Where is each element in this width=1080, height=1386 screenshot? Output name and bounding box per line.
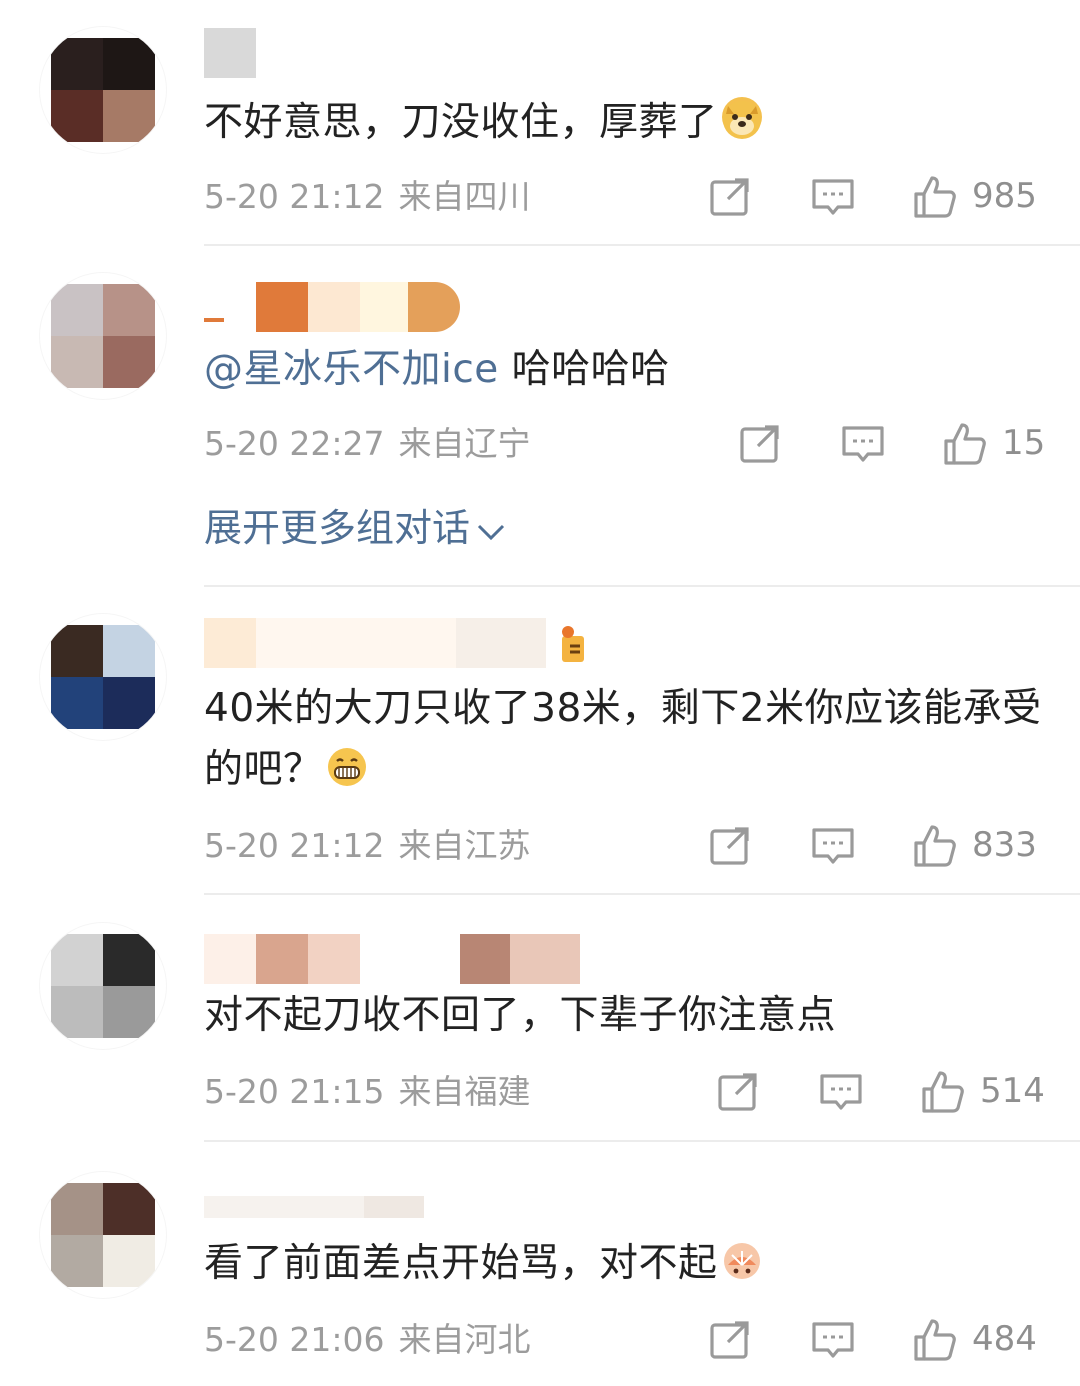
comment-location: 来自河北 <box>398 1320 531 1359</box>
comment-text: 不好意思，刀没收住，厚葬了 <box>204 92 1044 153</box>
fan-emoji <box>722 1238 762 1279</box>
comment-text: @星冰乐不加ice 哈哈哈哈 <box>204 347 670 392</box>
divider <box>204 585 1080 587</box>
like-icon[interactable] <box>910 172 960 222</box>
comment-date: 5-20 22:27 <box>204 424 385 463</box>
share-icon[interactable] <box>706 1315 756 1365</box>
comment-location: 来自辽宁 <box>398 424 531 463</box>
avatar-mosaic <box>51 625 155 729</box>
share-icon[interactable] <box>706 172 756 222</box>
share-icon[interactable] <box>706 821 756 871</box>
like-count: 985 <box>972 176 1037 216</box>
mention-link[interactable]: @星冰乐不加ice <box>204 347 499 392</box>
chevron-down-icon <box>477 524 505 541</box>
comment-text: 看了前面差点开始骂，对不起 <box>204 1233 1044 1294</box>
avatar[interactable] <box>40 923 166 1049</box>
divider <box>204 893 1080 895</box>
comment-icon[interactable] <box>808 172 858 222</box>
badge-icon <box>562 626 584 662</box>
like-icon[interactable] <box>918 1067 968 1117</box>
comment-meta: 5-20 21:12 来自江苏 <box>204 826 531 866</box>
comment-actions: 985 <box>706 172 1058 222</box>
avatar-mosaic <box>51 38 155 142</box>
grin-emoji <box>327 744 367 786</box>
comment-text: 对不起刀收不回了，下辈子你注意点 <box>204 993 837 1038</box>
comment-meta: 5-20 21:06 来自河北 <box>204 1320 531 1360</box>
comment-location: 来自四川 <box>398 177 531 216</box>
comment-actions: 514 <box>714 1067 1058 1117</box>
avatar[interactable] <box>40 273 166 399</box>
avatar-mosaic <box>51 934 155 1038</box>
like-count: 15 <box>1002 423 1046 463</box>
comment-date: 5-20 21:12 <box>204 177 385 216</box>
comment-icon[interactable] <box>816 1067 866 1117</box>
share-icon[interactable] <box>714 1067 764 1117</box>
comment-location: 来自江苏 <box>398 826 531 865</box>
avatar[interactable] <box>40 614 166 740</box>
like-icon[interactable] <box>910 1315 960 1365</box>
avatar[interactable] <box>40 27 166 153</box>
comment-date: 5-20 21:15 <box>204 1072 385 1111</box>
like-icon[interactable] <box>910 821 960 871</box>
like-count: 484 <box>972 1319 1037 1359</box>
comment-text: 40米的大刀只收了38米，剩下2米你应该能承受的吧？ <box>204 686 1042 792</box>
expand-conversation-button[interactable]: 展开更多组对话 <box>204 503 506 553</box>
comment-date: 5-20 21:06 <box>204 1320 385 1359</box>
avatar-mosaic <box>51 1183 155 1287</box>
divider <box>204 244 1080 246</box>
share-icon[interactable] <box>736 419 786 469</box>
comment-location: 来自福建 <box>398 1072 531 1111</box>
comment-actions: 484 <box>706 1315 1058 1365</box>
doge-emoji <box>721 97 762 139</box>
comment-icon[interactable] <box>808 1315 858 1365</box>
comment-icon[interactable] <box>808 821 858 871</box>
comment-icon[interactable] <box>838 419 888 469</box>
comment-meta: 5-20 21:15 来自福建 <box>204 1072 531 1112</box>
like-icon[interactable] <box>940 419 990 469</box>
avatar-mosaic <box>51 284 155 388</box>
like-count: 833 <box>972 825 1037 865</box>
comment-actions: 833 <box>706 821 1058 871</box>
like-count: 514 <box>980 1071 1045 1111</box>
divider <box>204 1140 1080 1142</box>
avatar[interactable] <box>40 1172 166 1298</box>
comment-actions: 15 <box>736 419 1058 469</box>
comment-meta: 5-20 22:27 来自辽宁 <box>204 424 531 464</box>
comment-date: 5-20 21:12 <box>204 826 385 865</box>
comment-meta: 5-20 21:12 来自四川 <box>204 177 531 217</box>
